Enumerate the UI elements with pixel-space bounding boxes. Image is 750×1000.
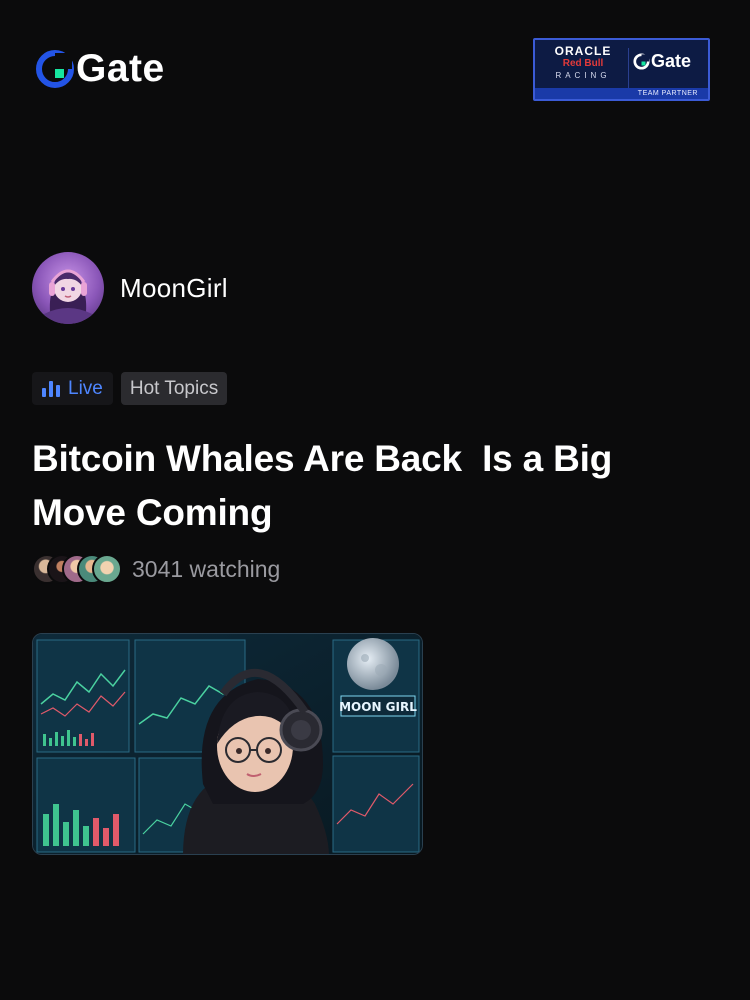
post-thumbnail[interactable]: MOON GIRL [32,633,423,855]
watchers-row: 3041 watching [32,554,280,584]
viewer-avatar [92,554,122,584]
gate-wordmark: Gate [76,47,165,90]
thumbnail-badge: MOON GIRL [339,700,417,714]
post-title[interactable]: Bitcoin Whales Are Back Is a Big Move Co… [32,432,672,540]
redbull-label: Red Bull [562,58,604,69]
live-tag[interactable]: Live [32,372,113,405]
team-partner-badge: ORACLE Red Bull RACING Gate TEAM PARTNER [533,38,710,101]
hot-topics-tag[interactable]: Hot Topics [120,372,228,405]
viewer-avatars [32,554,122,584]
racing-label: RACING [555,71,611,80]
live-bars-icon [42,380,60,397]
tag-row: Live Hot Topics [32,372,228,405]
gate-logo-icon [36,50,74,88]
live-tag-label: Live [68,377,103,399]
hot-topics-label: Hot Topics [129,377,219,399]
author-row[interactable]: MoonGirl [32,252,228,324]
author-name[interactable]: MoonGirl [120,273,228,304]
team-partner-strip: TEAM PARTNER [535,88,708,99]
oracle-label: ORACLE [554,44,612,58]
badge-divider [628,48,629,88]
gate-mark-icon [633,52,650,70]
thumbnail-image: MOON GIRL [33,634,422,854]
avatar[interactable] [32,252,104,324]
gate-logo[interactable]: Gate [36,47,165,90]
badge-gate-text: Gate [651,51,692,71]
watching-count: 3041 watching [132,555,281,582]
avatar-moongirl-icon [44,269,92,324]
badge-gate-logo: Gate [633,52,691,70]
